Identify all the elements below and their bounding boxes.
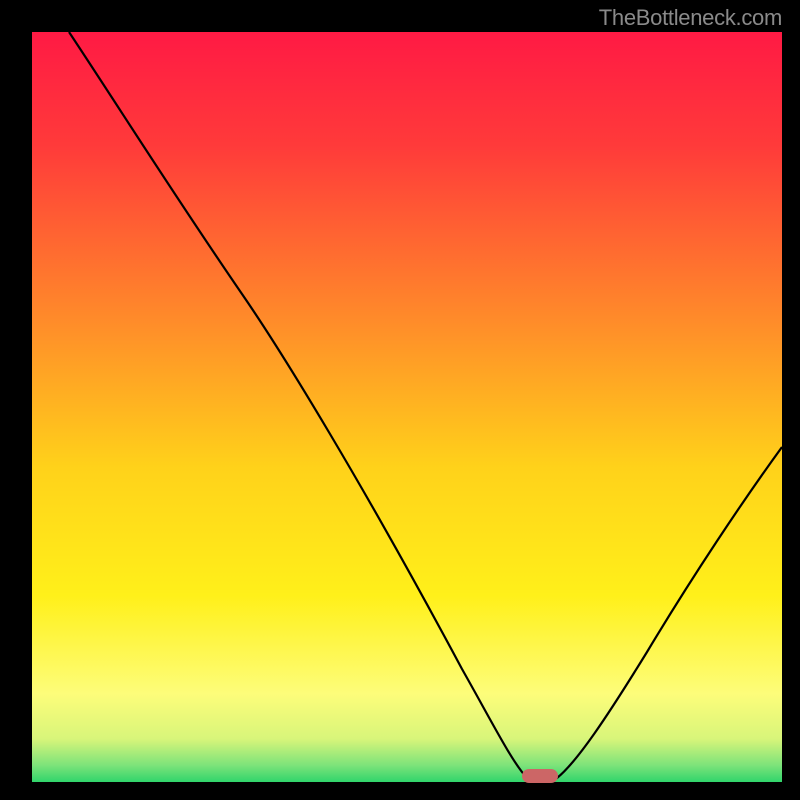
watermark-text: TheBottleneck.com <box>599 5 782 31</box>
plot-area <box>32 32 782 784</box>
background-gradient <box>32 32 782 784</box>
optimal-marker <box>522 769 558 783</box>
chart-frame: TheBottleneck.com <box>0 0 800 800</box>
